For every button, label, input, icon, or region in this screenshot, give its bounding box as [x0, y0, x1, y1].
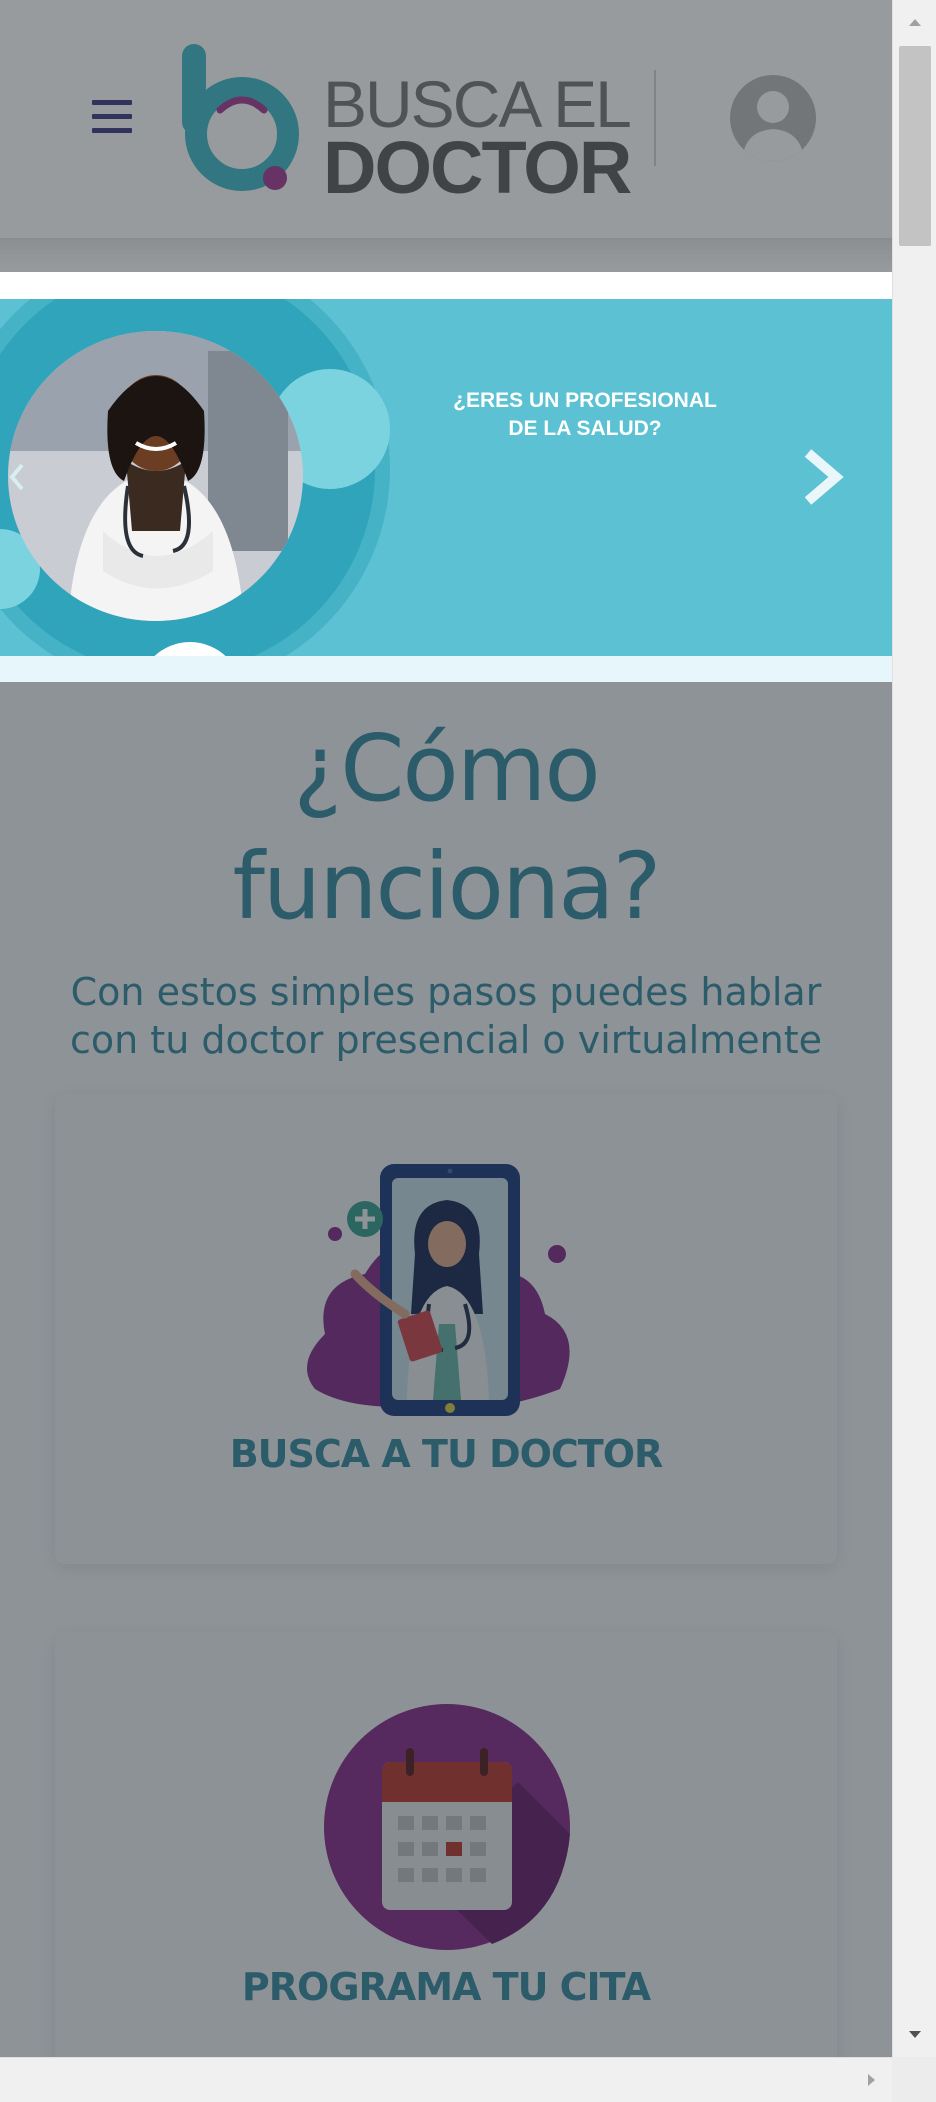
scroll-up-icon[interactable]: [893, 0, 936, 44]
logo-mark-icon: [182, 44, 299, 191]
banner-heading-line2: DE LA SALUD?: [508, 417, 662, 440]
section-title-line2: funciona?: [232, 833, 662, 940]
doctor-phone-icon: [307, 1164, 570, 1416]
vertical-scroll-thumb[interactable]: [899, 46, 931, 246]
page-viewport: BUSCA EL DOCTOR ¿ERES UN PROFESIONAL DE …: [0, 0, 892, 2057]
section-subtitle-line2: con tu doctor presencial o virtualmente: [70, 1018, 822, 1062]
promo-banner[interactable]: ¿ERES UN PROFESIONAL DE LA SALUD?: [0, 299, 892, 656]
brand-name-line2: DOCTOR: [323, 126, 632, 209]
chevron-left-icon[interactable]: [8, 461, 28, 493]
promo-banner-section: ¿ERES UN PROFESIONAL DE LA SALUD?: [0, 272, 892, 682]
calendar-icon: [324, 1704, 570, 1950]
step-card-schedule[interactable]: PROGRAMA TU CITA: [55, 1632, 837, 2057]
banner-bottom-strip: [0, 656, 892, 682]
section-title: ¿Cómo funciona?: [40, 710, 852, 946]
horizontal-scrollbar[interactable]: [0, 2057, 892, 2102]
scroll-right-icon[interactable]: [852, 2058, 892, 2102]
step-card-find-doctor[interactable]: BUSCA A TU DOCTOR: [55, 1094, 837, 1564]
header-divider: [654, 70, 656, 166]
vertical-scrollbar[interactable]: [892, 0, 936, 2057]
scroll-down-icon[interactable]: [893, 2013, 936, 2057]
section-title-line1: ¿Cómo: [293, 715, 600, 822]
step-label: BUSCA A TU DOCTOR: [229, 1432, 664, 1476]
doctor-photo: [8, 331, 303, 621]
step-label: PROGRAMA TU CITA: [241, 1965, 651, 2009]
scrollbar-corner: [892, 2057, 936, 2102]
hamburger-menu-icon[interactable]: [92, 100, 132, 134]
how-it-works-section: ¿Cómo funciona? Con estos simples pasos …: [0, 682, 892, 2057]
banner-heading: ¿ERES UN PROFESIONAL DE LA SALUD?: [380, 387, 790, 443]
site-header: BUSCA EL DOCTOR: [0, 0, 892, 240]
section-subtitle: Con estos simples pasos puedes hablar co…: [40, 968, 852, 1064]
brand-logo[interactable]: BUSCA EL DOCTOR: [180, 38, 632, 209]
user-avatar-icon[interactable]: [730, 75, 816, 161]
header-shadow: [0, 240, 892, 270]
section-subtitle-line1: Con estos simples pasos puedes hablar: [70, 970, 822, 1014]
chevron-right-icon[interactable]: [800, 449, 844, 505]
banner-heading-line1: ¿ERES UN PROFESIONAL: [453, 389, 717, 412]
